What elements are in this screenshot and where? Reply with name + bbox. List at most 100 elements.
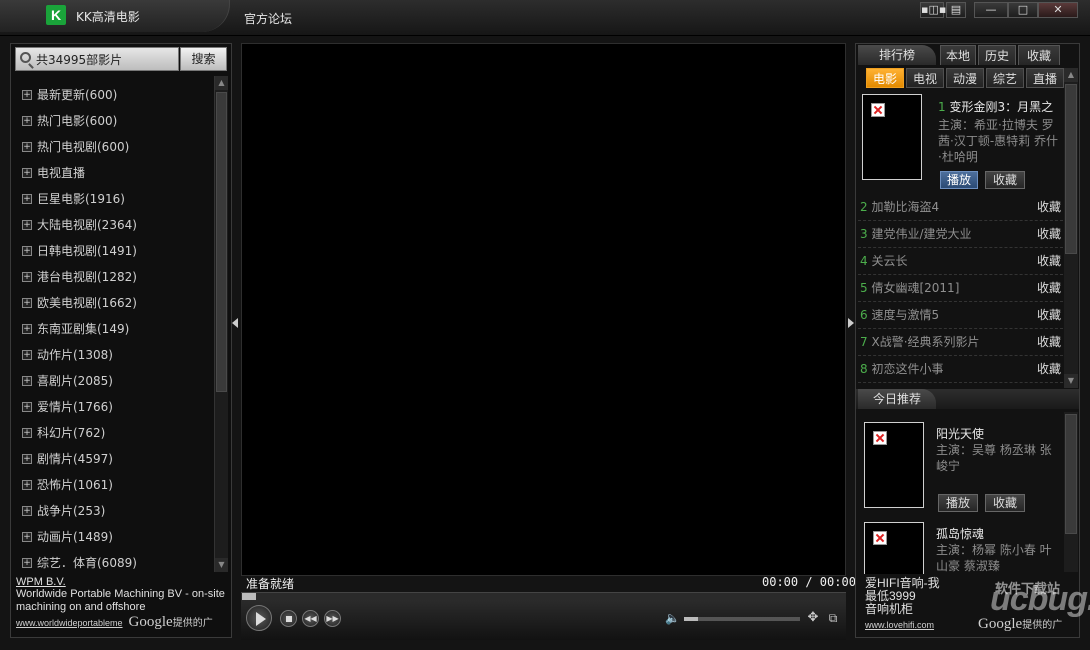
right-ad-url[interactable]: www.lovehifi.com	[865, 620, 934, 630]
expand-plus-icon[interactable]: +	[22, 272, 32, 282]
today-scrollbar[interactable]	[1064, 412, 1078, 572]
seek-handle[interactable]	[242, 593, 256, 600]
collapse-left-icon[interactable]	[232, 318, 238, 328]
next-icon[interactable]: ▶▶	[324, 610, 341, 627]
category-item[interactable]: + 欧美电视剧(1662)	[16, 290, 214, 316]
category-item[interactable]: + 科幻片(762)	[16, 420, 214, 446]
category-item[interactable]: + 战争片(253)	[16, 498, 214, 524]
tab-local[interactable]: 本地	[940, 45, 976, 65]
category-item[interactable]: + 最新更新(600)	[16, 82, 214, 108]
rank-title[interactable]: 关云长	[871, 254, 907, 268]
tab-today[interactable]: 今日推荐	[858, 389, 936, 409]
today-fav-button[interactable]: 收藏	[985, 494, 1025, 512]
expand-plus-icon[interactable]: +	[22, 454, 32, 464]
category-item[interactable]: + 东南亚剧集(149)	[16, 316, 214, 342]
scroll-thumb[interactable]	[216, 92, 227, 392]
minimize-button[interactable]: —	[974, 2, 1008, 18]
rank-row[interactable]: 2 加勒比海盗4 收藏	[858, 194, 1063, 221]
category-item[interactable]: + 热门电视剧(600)	[16, 134, 214, 160]
rank-fav-button[interactable]: 收藏	[1037, 302, 1061, 329]
expand-plus-icon[interactable]: +	[22, 220, 32, 230]
category-scrollbar[interactable]: ▲ ▼	[214, 76, 228, 572]
scroll-thumb[interactable]	[1065, 414, 1077, 534]
rank-fav-button[interactable]: 收藏	[1037, 248, 1061, 275]
scroll-down-icon[interactable]: ▼	[215, 558, 228, 572]
category-item[interactable]: + 电视直播	[16, 160, 214, 186]
expand-plus-icon[interactable]: +	[22, 324, 32, 334]
rank-fav-button[interactable]: 收藏	[1037, 275, 1061, 302]
today-title-1[interactable]: 阳光天使	[936, 426, 984, 442]
featured-poster[interactable]	[862, 94, 922, 180]
rank-row[interactable]: 8 初恋这件小事 收藏	[858, 356, 1063, 383]
category-item[interactable]: + 巨星电影(1916)	[16, 186, 214, 212]
collapse-right-icon[interactable]	[848, 318, 854, 328]
official-forum-link[interactable]: 官方论坛	[244, 10, 292, 27]
rank-title[interactable]: 速度与激情5	[871, 308, 939, 322]
category-item[interactable]: + 喜剧片(2085)	[16, 368, 214, 394]
subtab-0[interactable]: 电影	[866, 68, 904, 88]
maximize-button[interactable]: □	[1008, 2, 1038, 18]
rank-fav-button[interactable]: 收藏	[1037, 356, 1061, 383]
category-item[interactable]: + 剧情片(4597)	[16, 446, 214, 472]
expand-plus-icon[interactable]: +	[22, 116, 32, 126]
subtab-4[interactable]: 直播	[1026, 68, 1064, 88]
expand-plus-icon[interactable]: +	[22, 90, 32, 100]
today-title-2[interactable]: 孤岛惊魂	[936, 526, 984, 542]
rank-row[interactable]: 4 关云长 收藏	[858, 248, 1063, 275]
expand-plus-icon[interactable]: +	[22, 298, 32, 308]
category-item[interactable]: + 综艺．体育(6089)	[16, 550, 214, 576]
mini-mode-button[interactable]: ▪◫▪	[920, 2, 946, 18]
search-button[interactable]: 搜索	[180, 47, 227, 71]
rank-title[interactable]: 倩女幽魂[2011]	[871, 281, 959, 295]
ranking-scrollbar[interactable]: ▲ ▼	[1064, 68, 1078, 388]
close-button[interactable]: ✕	[1038, 2, 1078, 18]
expand-plus-icon[interactable]: +	[22, 428, 32, 438]
expand-plus-icon[interactable]: +	[22, 480, 32, 490]
menu-button[interactable]: ▤	[946, 2, 966, 18]
move-icon[interactable]: ✥	[806, 611, 820, 625]
rank-fav-button[interactable]: 收藏	[1037, 194, 1061, 221]
category-item[interactable]: + 动作片(1308)	[16, 342, 214, 368]
expand-plus-icon[interactable]: +	[22, 376, 32, 386]
expand-plus-icon[interactable]: +	[22, 194, 32, 204]
subtab-2[interactable]: 动漫	[946, 68, 984, 88]
expand-plus-icon[interactable]: +	[22, 402, 32, 412]
today-play-button[interactable]: 播放	[938, 494, 978, 512]
category-item[interactable]: + 爱情片(1766)	[16, 394, 214, 420]
seek-bar[interactable]	[241, 592, 846, 600]
scroll-up-icon[interactable]: ▲	[1064, 68, 1078, 82]
rank-fav-button[interactable]: 收藏	[1037, 221, 1061, 248]
rank-title[interactable]: 建党伟业/建党大业	[871, 227, 971, 241]
subtab-1[interactable]: 电视	[906, 68, 944, 88]
left-ad-title[interactable]: WPM B.V.	[16, 576, 230, 588]
expand-plus-icon[interactable]: +	[22, 168, 32, 178]
scroll-down-icon[interactable]: ▼	[1064, 374, 1078, 388]
subtab-3[interactable]: 综艺	[986, 68, 1024, 88]
tab-history[interactable]: 历史	[978, 45, 1016, 65]
expand-plus-icon[interactable]: +	[22, 558, 32, 568]
volume-icon[interactable]: 🔈	[665, 611, 681, 625]
rank-row[interactable]: 6 速度与激情5 收藏	[858, 302, 1063, 329]
expand-plus-icon[interactable]: +	[22, 532, 32, 542]
rank-title[interactable]: X战警·经典系列影片	[871, 335, 979, 349]
rank-title[interactable]: 加勒比海盗4	[871, 200, 939, 214]
tab-ranking[interactable]: 排行榜	[858, 45, 936, 65]
stop-icon[interactable]	[280, 610, 297, 627]
category-item[interactable]: + 港台电视剧(1282)	[16, 264, 214, 290]
today-poster-2[interactable]	[864, 522, 924, 574]
today-poster-1[interactable]	[864, 422, 924, 508]
category-item[interactable]: + 热门电影(600)	[16, 108, 214, 134]
play-icon[interactable]	[246, 605, 272, 631]
scroll-up-icon[interactable]: ▲	[215, 76, 228, 90]
rank-row[interactable]: 3 建党伟业/建党大业 收藏	[858, 221, 1063, 248]
expand-plus-icon[interactable]: +	[22, 142, 32, 152]
tab-favorites[interactable]: 收藏	[1018, 45, 1060, 65]
category-item[interactable]: + 恐怖片(1061)	[16, 472, 214, 498]
search-input[interactable]	[36, 50, 176, 68]
expand-plus-icon[interactable]: +	[22, 506, 32, 516]
search-box[interactable]	[15, 47, 179, 71]
previous-icon[interactable]: ◀◀	[302, 610, 319, 627]
video-screen[interactable]	[241, 43, 846, 576]
featured-fav-button[interactable]: 收藏	[985, 171, 1025, 189]
featured-play-button[interactable]: 播放	[940, 171, 978, 189]
